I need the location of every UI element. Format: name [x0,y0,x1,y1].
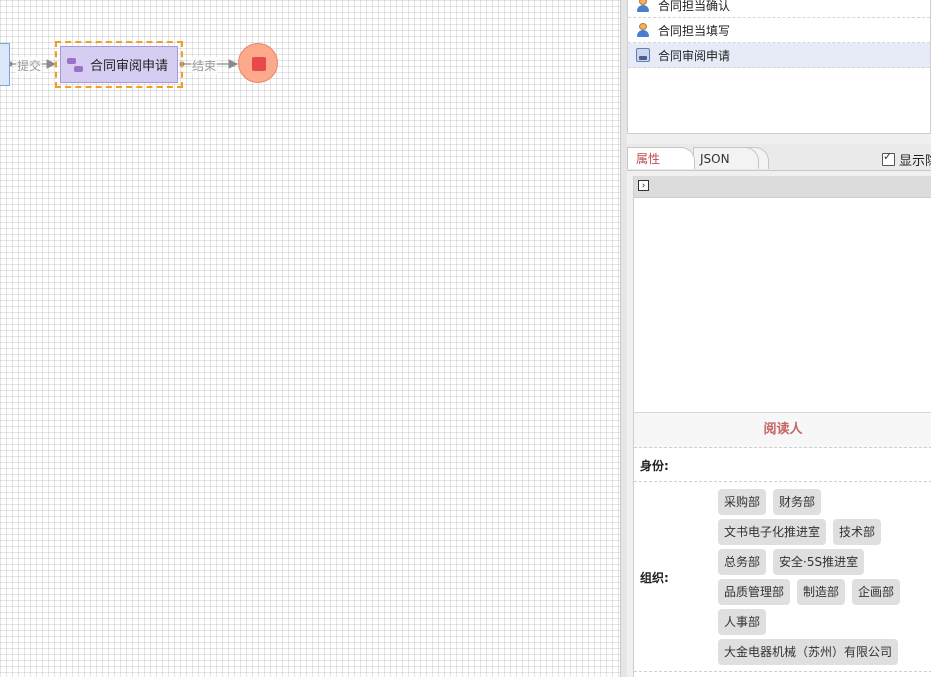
task-node-body[interactable]: 合同审阅申请 [60,46,178,83]
divider [634,671,931,672]
identity-label: 身份: [640,459,669,473]
org-tag[interactable]: 技术部 [833,519,882,545]
list-item-label: 合同担当确认 [658,0,731,13]
list-item[interactable]: 合同担当确认 [628,0,930,18]
list-item-label: 合同担当填写 [658,23,731,38]
end-event-node[interactable] [238,43,278,83]
divider [634,481,931,482]
flow-canvas[interactable]: 提交 合同审阅申请 结束 [0,0,620,677]
previous-task-node[interactable] [0,43,10,86]
stop-icon [252,57,266,71]
right-panel: 合同担当确认 合同担当填写 合同审阅申请 Text JSON 属性 显示隐 › … [627,0,931,677]
org-tag[interactable]: 制造部 [797,579,846,605]
edge-submit-label: 提交 [16,57,43,74]
list-item[interactable]: 合同担当填写 [628,18,930,43]
node-list[interactable]: 合同担当确认 合同担当填写 合同审阅申请 [627,0,931,134]
org-tag-list: 采购部 财务部 文书电子化推进室 技术部 总务部 安全·5S推进室 品质管理部 制造部企… [718,487,924,667]
task-node-selected[interactable]: 合同审阅申请 [55,41,183,88]
org-tag[interactable]: 采购部 [718,489,767,515]
org-tag[interactable]: 品质管理部 [718,579,791,605]
org-tag[interactable]: 安全·5S推进室 [773,549,865,575]
checkbox-checked-icon[interactable] [882,150,895,166]
edge-end-label: 结束 [191,57,218,74]
expand-icon[interactable]: › [638,180,649,191]
show-checkbox[interactable]: 显示隐 [882,150,931,169]
task-node-label: 合同审阅申请 [90,59,169,74]
flow-edges [7,59,239,69]
user-icon [636,0,650,12]
property-toolbar: › [634,176,931,198]
show-checkbox-label: 显示隐 [899,154,931,169]
subprocess-icon [636,48,650,62]
org-tag[interactable]: 财务部 [773,489,822,515]
org-tag[interactable]: 总务部 [718,549,767,575]
org-tag[interactable]: 人事部 [718,609,767,635]
property-panel: › 阅读人 身份: 组织: 采购部 财务部 文书电子化推进室 技术部 总务部 安全·5… [633,176,931,677]
tab-json[interactable]: JSON [693,147,759,169]
section-title: 阅读人 [634,412,931,448]
user-icon [636,23,650,37]
subprocess-icon [67,56,85,74]
org-tag[interactable]: 企画部 [852,579,901,605]
org-tag[interactable]: 大金电器机械（苏州）有限公司 [718,639,899,665]
org-tag[interactable]: 文书电子化推进室 [718,519,827,545]
org-label: 组织: [640,571,669,585]
list-item-selected[interactable]: 合同审阅申请 [628,43,930,68]
list-item-label: 合同审阅申请 [658,48,731,63]
tab-properties[interactable]: 属性 [627,147,695,169]
